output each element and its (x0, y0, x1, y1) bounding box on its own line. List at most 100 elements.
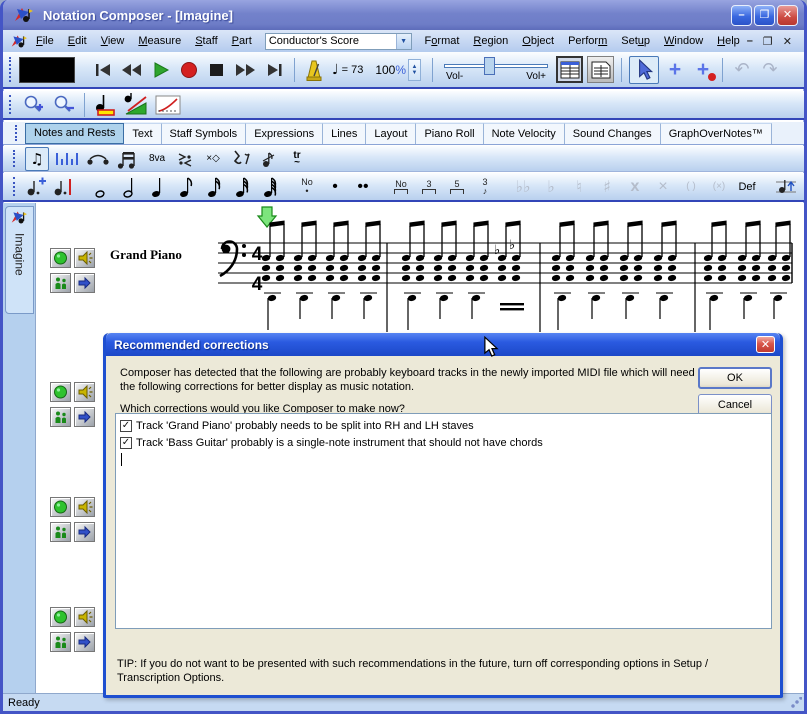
rest-button[interactable] (229, 147, 253, 171)
note-duration-tool-button[interactable] (92, 93, 118, 117)
double-flat-button[interactable]: ♭♭ (511, 175, 535, 199)
menu-help[interactable]: Help (710, 33, 747, 49)
corrections-list[interactable]: ✓Track 'Grand Piano' probably needs to b… (115, 413, 772, 629)
track-performers-button[interactable] (50, 522, 71, 542)
undo-button[interactable]: ↶ (730, 58, 754, 82)
trill-button[interactable]: tr~ (285, 147, 309, 171)
remove-accidental-button[interactable]: × (651, 175, 675, 199)
voice-swap-button[interactable] (173, 147, 197, 171)
sharp-button[interactable]: ♯ (595, 175, 619, 199)
record-button[interactable] (177, 58, 201, 82)
play-button[interactable] (149, 58, 173, 82)
checkbox-checked-icon[interactable]: ✓ (120, 437, 132, 449)
parentheses-button[interactable]: ( ) (679, 175, 703, 199)
menu-view[interactable]: View (94, 33, 132, 49)
tab-expressions[interactable]: Expressions (246, 123, 323, 144)
sixtyfourth-note-button[interactable] (257, 175, 281, 199)
volume-track[interactable] (444, 64, 548, 68)
document-tab-imagine[interactable]: Imagine (5, 206, 34, 314)
tab-piano-roll[interactable]: Piano Roll (416, 123, 483, 144)
menu-format[interactable]: Format (418, 33, 467, 49)
go-to-end-button[interactable] (263, 58, 287, 82)
track-performers-button[interactable] (50, 273, 71, 293)
menu-object[interactable]: Object (515, 33, 561, 49)
menu-window[interactable]: Window (657, 33, 710, 49)
menu-perform[interactable]: Perform (561, 33, 614, 49)
window-view-button[interactable] (587, 56, 614, 83)
track-sound-button[interactable] (74, 497, 95, 517)
track-goto-button[interactable] (74, 273, 95, 293)
tab-lines[interactable]: Lines (323, 123, 366, 144)
no-tuplet-button[interactable]: No (389, 175, 413, 199)
menu-part[interactable]: Part (225, 33, 259, 49)
go-to-start-button[interactable] (91, 58, 115, 82)
whole-note-button[interactable] (89, 175, 113, 199)
tie-button[interactable] (85, 147, 111, 171)
tab-layout[interactable]: Layout (366, 123, 416, 144)
close-button[interactable]: ✕ (777, 5, 798, 26)
notehead-type-button[interactable]: ×◇ (201, 147, 225, 171)
ok-button[interactable]: OK (698, 367, 772, 389)
natural-button[interactable]: ♮ (567, 175, 591, 199)
checkbox-checked-icon[interactable]: ✓ (120, 420, 132, 432)
track-active-indicator-button[interactable] (50, 497, 71, 517)
single-dot-button[interactable]: • (323, 175, 347, 199)
respell-up-button[interactable] (773, 175, 797, 199)
menu-measure[interactable]: Measure (131, 33, 188, 49)
courtesy-accidental-button[interactable]: (×) (707, 175, 731, 199)
toolbar-gripper[interactable] (15, 125, 19, 140)
insert-bar-cursor-button[interactable] (51, 175, 75, 199)
tab-sound-changes[interactable]: Sound Changes (565, 123, 661, 144)
track-sound-button[interactable] (74, 607, 95, 627)
grace-note-button[interactable] (257, 147, 281, 171)
menu-file[interactable]: File (29, 33, 61, 49)
triplet-button[interactable]: 3 (417, 175, 441, 199)
fast-forward-button[interactable] (233, 58, 259, 82)
tuplet-note-button[interactable]: 3♪ (473, 175, 497, 199)
add-note-record-button[interactable]: + (691, 58, 715, 82)
toolbar-gripper[interactable] (13, 177, 15, 196)
volume-handle[interactable] (484, 57, 495, 75)
track-sound-button[interactable] (74, 382, 95, 402)
velocity-bars-button[interactable] (53, 147, 81, 171)
zoom-in-button[interactable] (21, 93, 47, 117)
correction-item[interactable]: ✓Track 'Grand Piano' probably needs to b… (120, 417, 767, 434)
beam-button[interactable] (115, 147, 141, 171)
zoom-spinner[interactable]: ▲ ▼ (408, 59, 421, 81)
zoom-out-button[interactable] (51, 93, 77, 117)
respell-default-button[interactable] (801, 175, 807, 199)
quarter-note-button[interactable] (145, 175, 169, 199)
maximize-button[interactable]: ❐ (754, 5, 775, 26)
eighth-note-button[interactable] (173, 175, 197, 199)
music-notation[interactable]: 44♭♭ (65, 203, 800, 333)
note-velocity-tool-button[interactable] (122, 93, 150, 117)
half-note-button[interactable] (117, 175, 141, 199)
add-note-button[interactable]: + (663, 58, 687, 82)
graph-over-notes-button[interactable] (154, 93, 182, 117)
track-goto-button[interactable] (74, 522, 95, 542)
resize-grip[interactable] (790, 697, 802, 709)
mdi-minimize-button[interactable]: – (747, 35, 753, 48)
toolbar-gripper[interactable] (9, 95, 13, 114)
menu-edit[interactable]: Edit (61, 33, 94, 49)
menu-staff[interactable]: Staff (188, 33, 224, 49)
tab-staff-symbols[interactable]: Staff Symbols (162, 123, 247, 144)
track-performers-button[interactable] (50, 407, 71, 427)
sixteenth-note-button[interactable] (201, 175, 225, 199)
menu-setup[interactable]: Setup (614, 33, 657, 49)
thirtysecond-note-button[interactable] (229, 175, 253, 199)
toolbar-gripper[interactable] (13, 150, 17, 168)
metronome-icon[interactable] (302, 58, 326, 82)
track-active-indicator-button[interactable] (50, 607, 71, 627)
track-goto-button[interactable] (74, 407, 95, 427)
stop-button[interactable] (205, 58, 229, 82)
no-dot-button[interactable]: No• (295, 175, 319, 199)
track-goto-button[interactable] (74, 632, 95, 652)
track-active-indicator-button[interactable] (50, 248, 71, 268)
note-entry-button[interactable]: ♫ (25, 147, 49, 171)
chevron-down-icon[interactable]: ▼ (396, 34, 411, 49)
dialog-title-bar[interactable]: Recommended corrections ✕ (106, 333, 780, 356)
rewind-button[interactable] (119, 58, 145, 82)
track-sound-button[interactable] (74, 248, 95, 268)
redo-button[interactable]: ↷ (758, 58, 782, 82)
